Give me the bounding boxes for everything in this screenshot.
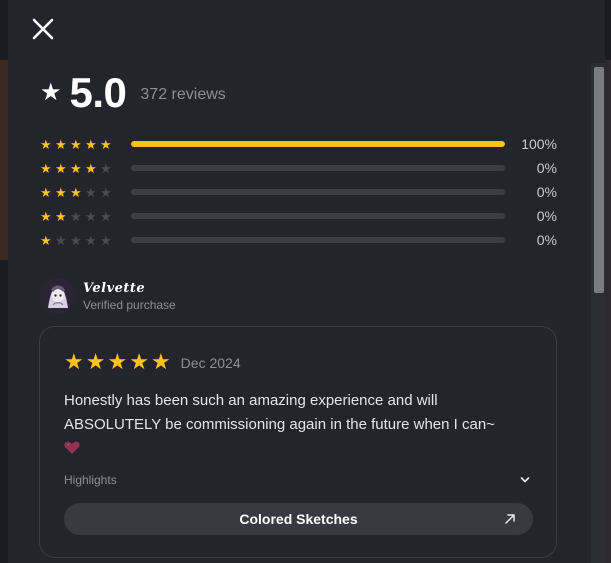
star-icon: ★ [85, 160, 97, 176]
star-icon: ★ [85, 232, 97, 248]
star-icon: ★ [85, 349, 106, 374]
reviewer-name[interactable]: Velvette [83, 281, 176, 296]
rating-bar [131, 189, 505, 195]
star-icon: ★ [55, 160, 67, 176]
review-text: Honestly has been such an amazing experi… [64, 392, 495, 433]
arrow-up-right-icon [505, 514, 515, 524]
star-icon: ★ [85, 184, 97, 200]
rating-row-2: ★ ★ ★ ★ ★ 0% [40, 204, 560, 228]
star-icon: ★ [100, 160, 112, 176]
heart-icon [64, 439, 534, 463]
scrollbar-thumb[interactable] [594, 67, 604, 293]
review-count: 372 reviews [140, 86, 226, 103]
star-icon: ★ [85, 136, 97, 152]
star-icon: ★ [129, 349, 149, 374]
rating-bar-fill [131, 141, 505, 147]
review-stars: ★★★★★ [64, 351, 173, 374]
star-icon: ★ [100, 232, 112, 248]
close-icon [32, 18, 54, 40]
colored-sketches-button[interactable]: Colored Sketches [64, 503, 533, 535]
avatar[interactable] [40, 278, 76, 314]
star-icon: ★ [55, 184, 67, 200]
rating-summary: ★ 5.0 372 reviews [40, 72, 226, 114]
star-icon: ★ [55, 136, 67, 152]
star-icon: ★ [100, 184, 112, 200]
rating-percent: 0% [536, 160, 557, 176]
row-stars: ★ ★ ★ ★ ★ [40, 186, 130, 199]
rating-percent: 0% [536, 208, 557, 224]
star-icon: ★ [70, 184, 82, 200]
rating-percent: 100% [521, 136, 557, 152]
rating-row-3: ★ ★ ★ ★ ★ 0% [40, 180, 560, 204]
backdrop-strip-left [0, 60, 8, 260]
highlights-label: Highlights [64, 473, 117, 487]
tag-label: Colored Sketches [239, 511, 358, 527]
star-icon: ★ [40, 208, 52, 224]
verified-purchase-label: Verified purchase [83, 297, 176, 312]
star-icon: ★ [150, 349, 171, 374]
star-icon: ★ [40, 232, 52, 248]
rating-row-1: ★ ★ ★ ★ ★ 0% [40, 228, 560, 252]
review-card: ★★★★★ Dec 2024 Honestly has been such an… [39, 326, 557, 558]
highlights-row[interactable]: Highlights [64, 473, 532, 487]
rating-percent: 0% [536, 232, 557, 248]
average-rating: 5.0 [69, 69, 127, 116]
row-stars: ★ ★ ★ ★ ★ [40, 138, 130, 151]
close-button[interactable] [30, 16, 56, 42]
star-icon: ★ [70, 208, 82, 224]
backdrop-strip-right [605, 60, 611, 563]
row-stars: ★ ★ ★ ★ ★ [40, 162, 130, 175]
star-icon: ★ [55, 208, 67, 224]
star-icon: ★ [40, 136, 52, 152]
row-stars: ★ ★ ★ ★ ★ [40, 210, 130, 223]
star-icon: ★ [40, 160, 52, 176]
star-icon: ★ [40, 79, 62, 106]
rating-bar [131, 237, 505, 243]
reviews-modal: ★ 5.0 372 reviews ★ ★ ★ ★ ★ 100% ★ ★ ★ ★ ★ 0% ★ ★ ★ ★ ★ 0… [8, 0, 605, 563]
star-icon: ★ [100, 208, 112, 224]
star-icon: ★ [100, 136, 112, 152]
row-stars: ★ ★ ★ ★ ★ [40, 234, 130, 247]
chevron-down-icon[interactable] [518, 473, 532, 487]
star-icon: ★ [64, 349, 84, 374]
star-icon: ★ [70, 232, 82, 248]
star-icon: ★ [70, 136, 82, 152]
rating-distribution: ★ ★ ★ ★ ★ 100% ★ ★ ★ ★ ★ 0% ★ ★ ★ ★ ★ 0% ★ ★ ★ ★ ★ 0% ★ ★ ★ ★ ★ 0% [40, 132, 560, 252]
rating-row-4: ★ ★ ★ ★ ★ 0% [40, 156, 560, 180]
star-icon: ★ [40, 184, 52, 200]
rating-bar [131, 213, 505, 219]
rating-bar [131, 165, 505, 171]
rating-bar [131, 141, 505, 147]
review-text-block: Honestly has been such an amazing experi… [64, 389, 534, 463]
scrollbar[interactable] [591, 63, 605, 563]
star-icon: ★ [70, 160, 82, 176]
star-icon: ★ [55, 232, 67, 248]
star-icon: ★ [85, 208, 97, 224]
reviewer-info: Velvette Verified purchase [40, 278, 176, 314]
rating-row-5: ★ ★ ★ ★ ★ 100% [40, 132, 560, 156]
star-icon: ★ [107, 349, 128, 374]
review-date: Dec 2024 [180, 354, 241, 371]
rating-percent: 0% [536, 184, 557, 200]
